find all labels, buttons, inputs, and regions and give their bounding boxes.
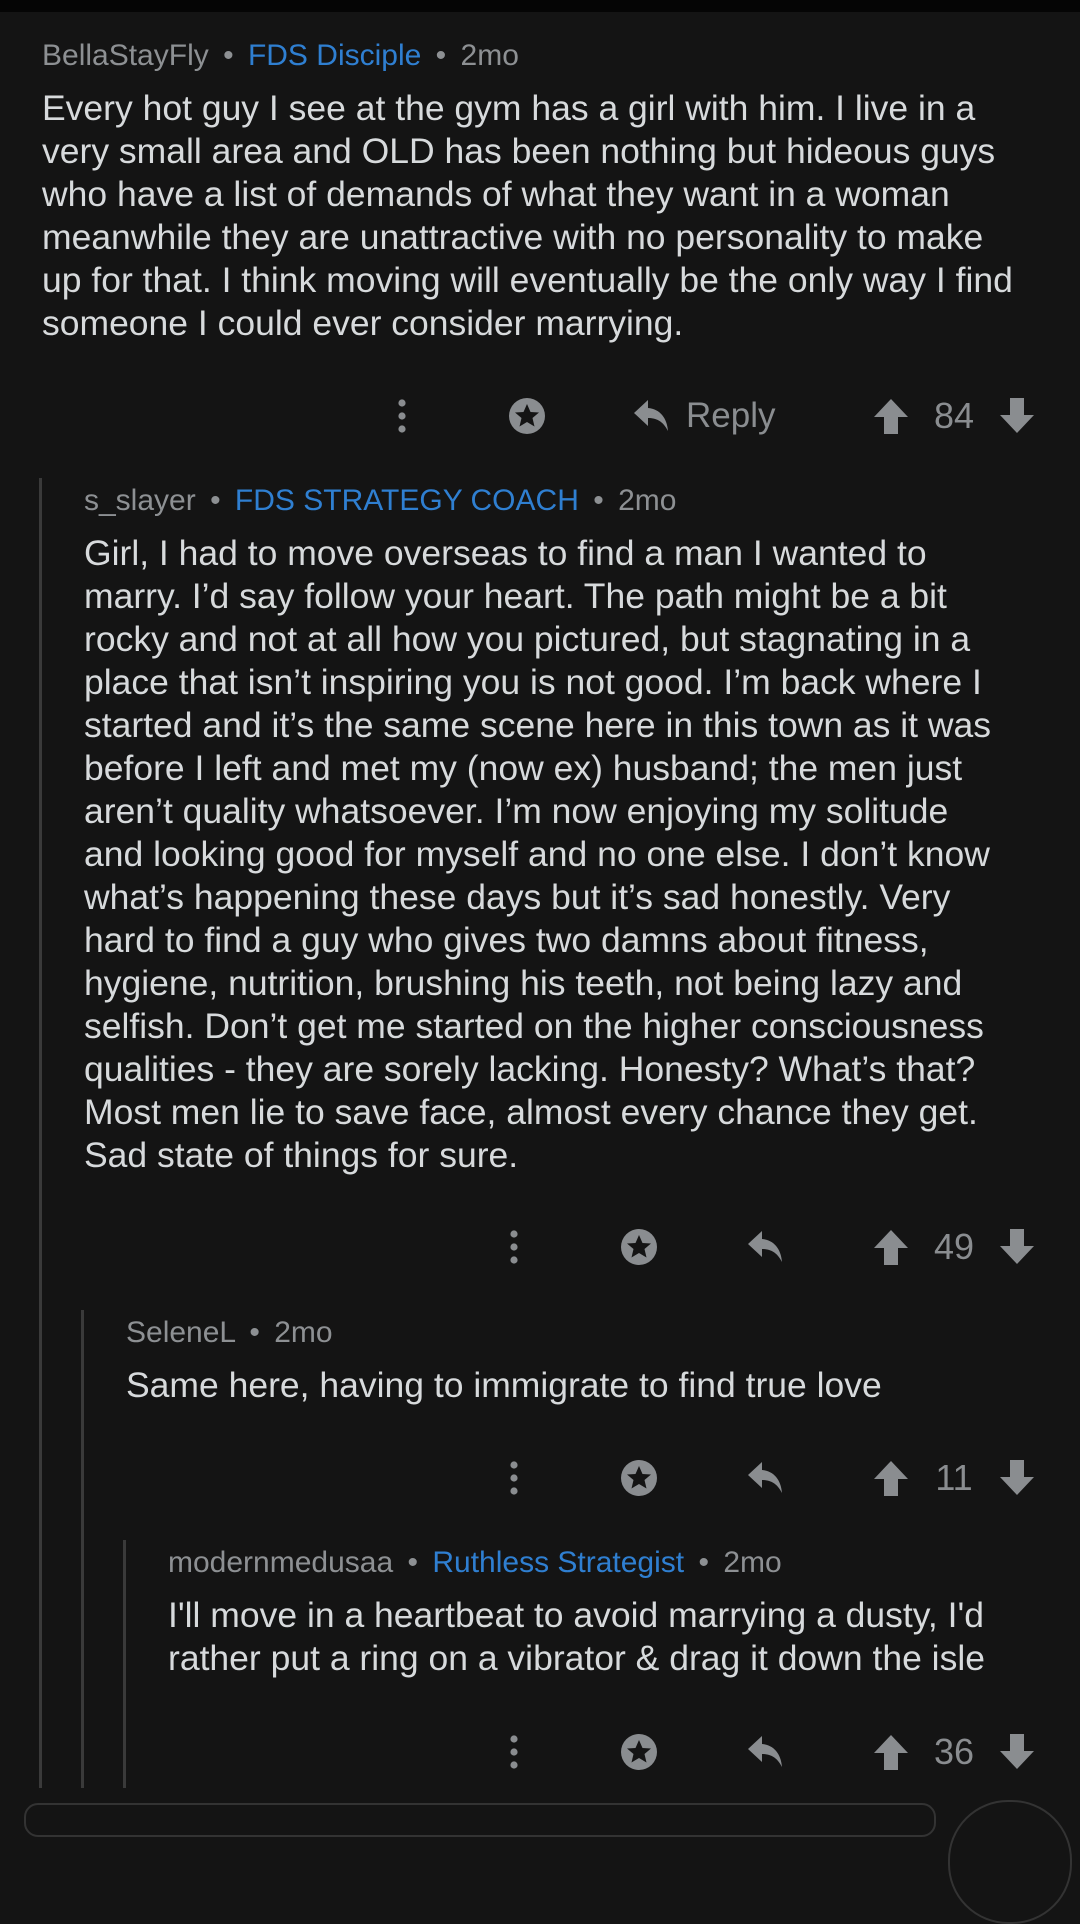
upvote-arrow-icon: [874, 1461, 908, 1496]
score-value: 49: [933, 1226, 975, 1267]
separator: •: [249, 1316, 260, 1349]
award-button[interactable]: [617, 1222, 661, 1272]
upvote-arrow-icon: [874, 1735, 908, 1770]
comment-age: 2mo: [618, 484, 677, 517]
comment-modernmedusaa: modernmedusaa • Ruthless Strategist • 2m…: [168, 1545, 1068, 1680]
reply-label: Reply: [686, 396, 776, 435]
thread-line-level-2[interactable]: [81, 1310, 84, 1788]
upvote-arrow-icon: [874, 1230, 908, 1265]
upvote-button[interactable]: [870, 391, 912, 441]
reply-button[interactable]: [744, 1727, 788, 1777]
reply-input-bar[interactable]: [24, 1803, 936, 1837]
comment-age: 2mo: [460, 39, 519, 72]
reply-button[interactable]: Reply: [632, 391, 792, 441]
floating-action-button[interactable]: [948, 1800, 1072, 1924]
award-icon: [509, 398, 545, 434]
reply-button[interactable]: [744, 1453, 788, 1503]
downvote-button[interactable]: [996, 1222, 1038, 1272]
comment-actions: 49: [0, 1222, 1080, 1272]
award-icon: [621, 1229, 657, 1265]
vote-score: 36: [925, 1727, 983, 1777]
comment-bellastayfly: BellaStayFly • FDS Disciple • 2mo Every …: [42, 38, 1062, 345]
award-icon: [621, 1460, 657, 1496]
score-value: 84: [933, 395, 975, 436]
user-flair: Ruthless Strategist: [432, 1546, 685, 1579]
score-value: 36: [933, 1731, 975, 1772]
comment-body: Same here, having to immigrate to find t…: [126, 1365, 882, 1405]
user-flair: FDS STRATEGY COACH: [234, 484, 579, 517]
separator: •: [223, 39, 234, 72]
upvote-button[interactable]: [870, 1727, 912, 1777]
score-value: 11: [935, 1457, 973, 1498]
comment-actions: Reply 84: [0, 391, 1080, 441]
comment-meta: modernmedusaa • Ruthless Strategist • 2m…: [168, 1545, 1068, 1581]
status-bar-edge: [0, 0, 1080, 12]
reply-arrow-icon: [748, 1231, 782, 1262]
username[interactable]: modernmedusaa: [168, 1546, 393, 1579]
award-button[interactable]: [617, 1727, 661, 1777]
comment-actions: 11: [0, 1453, 1080, 1503]
more-options-button[interactable]: [494, 1727, 534, 1777]
comment-age: 2mo: [274, 1316, 333, 1349]
downvote-arrow-icon: [1000, 398, 1034, 433]
award-button[interactable]: [505, 391, 549, 441]
vertical-ellipsis-icon: [510, 1735, 518, 1769]
username[interactable]: s_slayer: [84, 484, 196, 517]
comment-body: Every hot guy I see at the gym has a gir…: [42, 88, 1013, 343]
comment-body: I'll move in a heartbeat to avoid marryi…: [168, 1595, 985, 1678]
comment-selenel: SeleneL • 2mo Same here, having to immig…: [126, 1315, 1066, 1407]
vote-score: 11: [925, 1453, 983, 1503]
upvote-button[interactable]: [870, 1222, 912, 1272]
reply-arrow-icon: [634, 400, 668, 431]
reply-button[interactable]: [744, 1222, 788, 1272]
downvote-arrow-icon: [1000, 1734, 1034, 1769]
vertical-ellipsis-icon: [510, 1461, 518, 1495]
downvote-button[interactable]: [996, 391, 1038, 441]
separator: •: [593, 484, 604, 517]
downvote-button[interactable]: [996, 1453, 1038, 1503]
comment-actions: 36: [0, 1727, 1080, 1777]
separator: •: [698, 1546, 709, 1579]
comment-meta: SeleneL • 2mo: [126, 1315, 1066, 1351]
more-options-button[interactable]: [382, 391, 422, 441]
more-options-button[interactable]: [494, 1453, 534, 1503]
vote-score: 84: [925, 391, 983, 441]
separator: •: [407, 1546, 418, 1579]
reply-arrow-icon: [748, 1462, 782, 1493]
comment-age: 2mo: [723, 1546, 782, 1579]
reply-arrow-icon: [748, 1736, 782, 1767]
comment-s-slayer: s_slayer • FDS STRATEGY COACH • 2mo Girl…: [84, 483, 1064, 1177]
comment-body: Girl, I had to move overseas to find a m…: [84, 533, 992, 1175]
award-button[interactable]: [617, 1453, 661, 1503]
comment-meta: BellaStayFly • FDS Disciple • 2mo: [42, 38, 1062, 74]
downvote-button[interactable]: [996, 1727, 1038, 1777]
more-options-button[interactable]: [494, 1222, 534, 1272]
user-flair: FDS Disciple: [247, 39, 422, 72]
comment-meta: s_slayer • FDS STRATEGY COACH • 2mo: [84, 483, 1064, 519]
thread-line-level-1[interactable]: [39, 478, 42, 1788]
award-icon: [621, 1734, 657, 1770]
downvote-arrow-icon: [1000, 1460, 1034, 1495]
vote-score: 49: [925, 1222, 983, 1272]
username[interactable]: SeleneL: [126, 1316, 235, 1349]
upvote-arrow-icon: [874, 399, 908, 434]
vertical-ellipsis-icon: [510, 1230, 518, 1264]
separator: •: [435, 39, 447, 72]
downvote-arrow-icon: [1000, 1229, 1034, 1264]
vertical-ellipsis-icon: [398, 399, 406, 433]
username[interactable]: BellaStayFly: [42, 39, 209, 72]
separator: •: [210, 484, 221, 517]
upvote-button[interactable]: [870, 1453, 912, 1503]
